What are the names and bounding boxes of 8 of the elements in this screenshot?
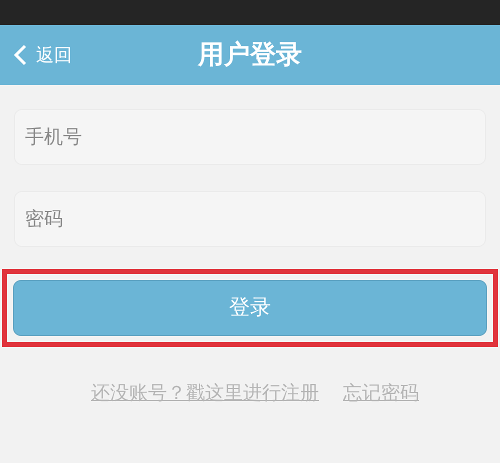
input-field[interactable]: 密码 bbox=[14, 191, 486, 247]
login-button[interactable]: 登录 bbox=[13, 280, 487, 336]
text-link[interactable]: 还没账号？戳这里进行注册 bbox=[91, 379, 319, 408]
input-field[interactable]: 手机号 bbox=[14, 109, 486, 165]
back-button[interactable]: 返回 bbox=[0, 42, 72, 68]
text-link[interactable]: 忘记密码 bbox=[343, 379, 419, 408]
back-icon bbox=[12, 43, 28, 67]
page-title: 用户登录 bbox=[198, 38, 302, 72]
